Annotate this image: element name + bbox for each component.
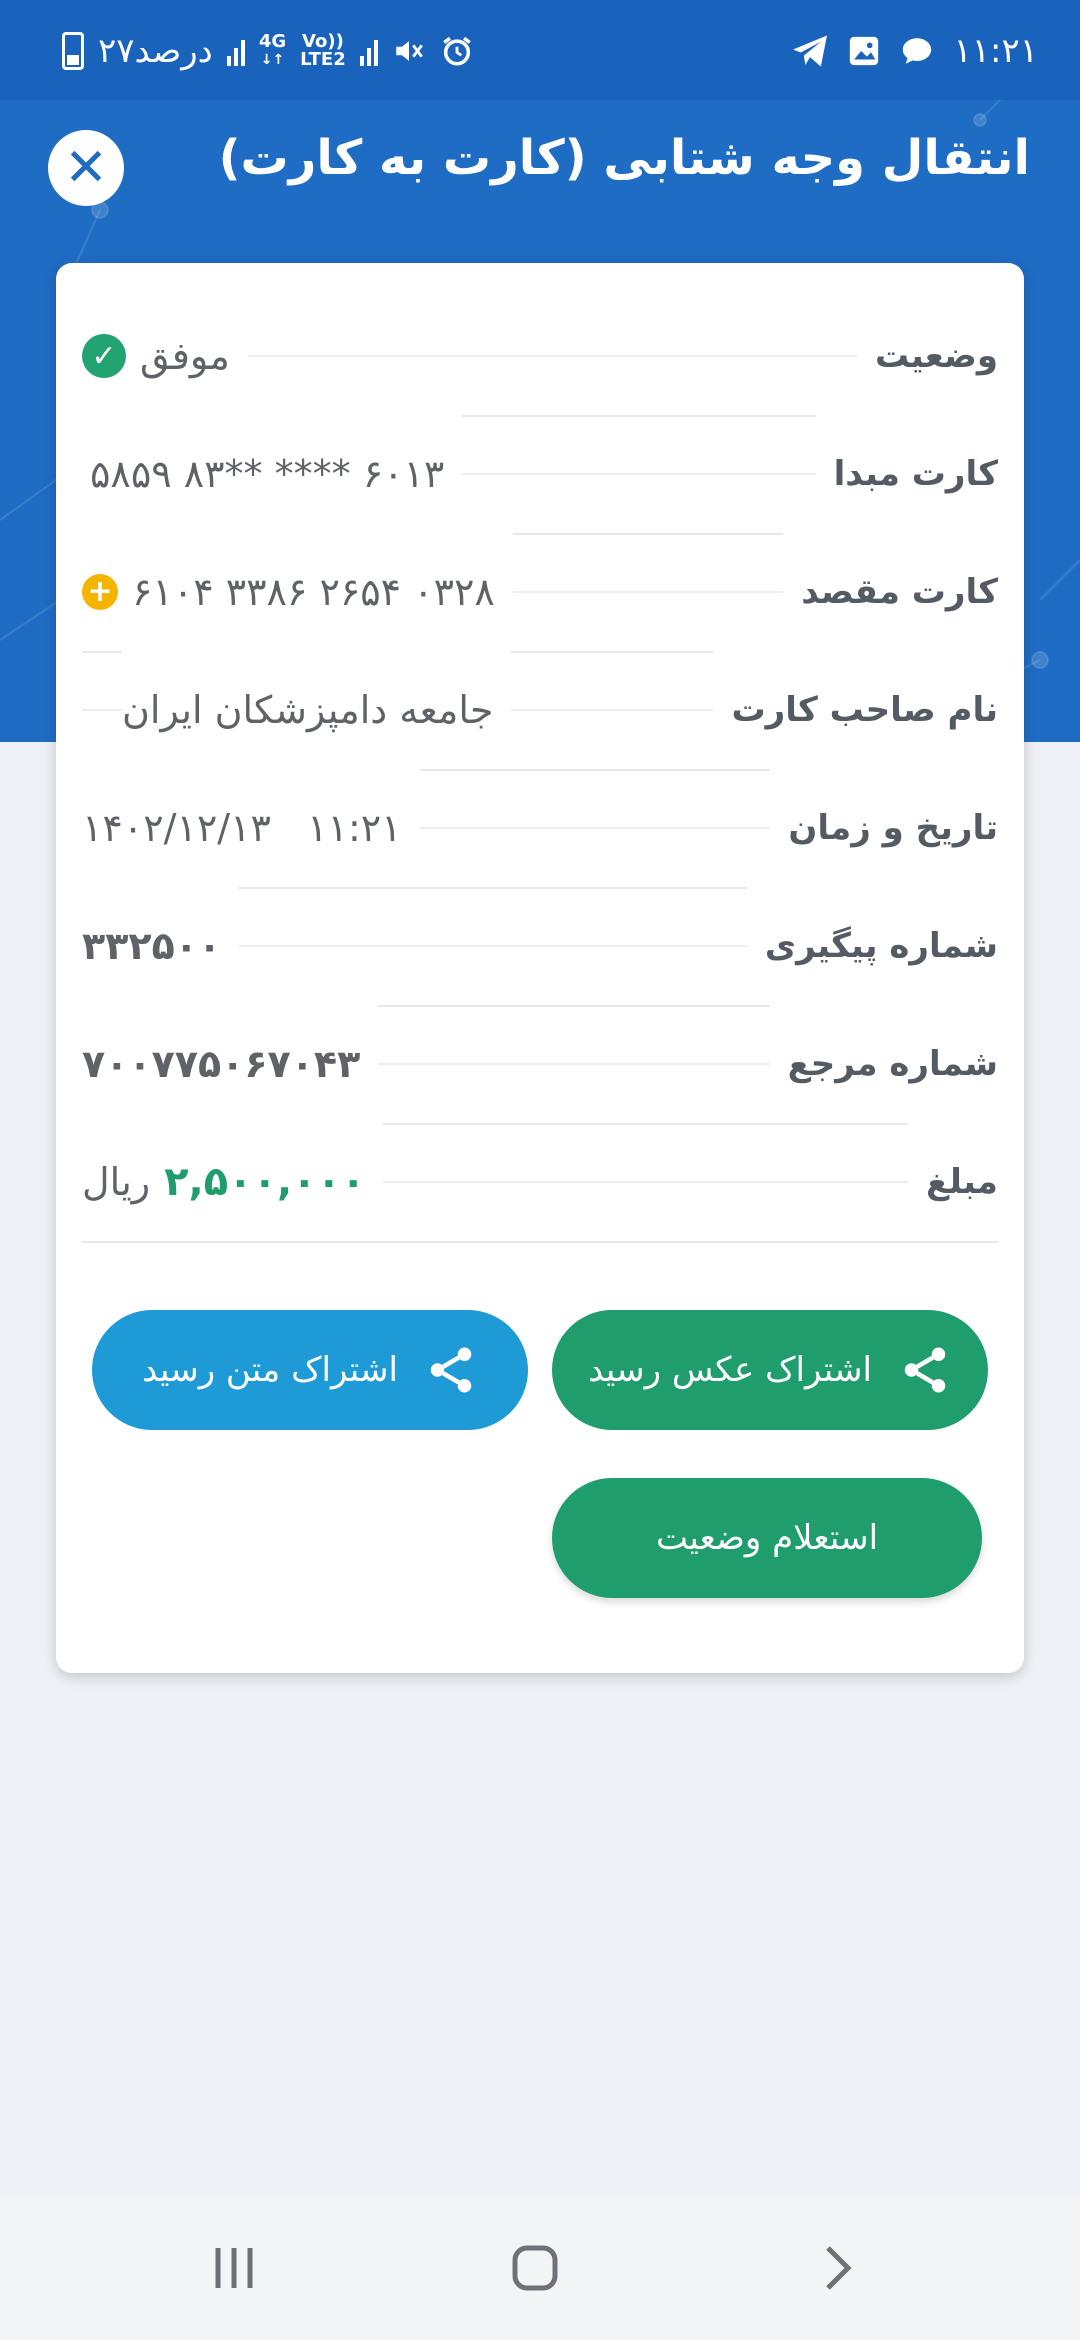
inquiry-status-label: استعلام وضعیت: [655, 1518, 879, 1558]
date-time-value: ۱۴۰۲/۱۲/۱۳ ۱۱:۲۱: [82, 769, 420, 887]
battery-icon: [62, 32, 84, 70]
reference-number-value: ۷۰۰۷۷۵۰۶۷۰۴۳: [82, 1005, 379, 1123]
share-icon: [430, 1347, 472, 1393]
success-check-icon: ✓: [82, 334, 126, 378]
amount-value: ۲,۵۰۰,۰۰۰: [164, 1159, 366, 1205]
share-text-label: اشتراک متن رسید: [142, 1350, 398, 1390]
signal-icon: [226, 36, 245, 66]
share-text-button[interactable]: اشتراک متن رسید: [92, 1310, 528, 1430]
signal-icon-2: [359, 36, 378, 66]
system-navigation-bar: [0, 2196, 1080, 2340]
close-icon: ✕: [64, 138, 108, 198]
row-value: ✓ موفق: [82, 297, 248, 415]
receipt-card: وضعیت ✓ موفق کارت مبدا ۵۸۵۹ ۸۳** **** ۶۰…: [56, 263, 1024, 1673]
amount-unit: ریال: [82, 1160, 151, 1204]
home-button[interactable]: [495, 2236, 575, 2300]
status-time: ۱۱:۲۱: [953, 31, 1038, 71]
tracking-number-value: ۳۳۲۵۰۰: [82, 887, 240, 1005]
status-right: ۱۱:۲۱: [791, 26, 1038, 76]
row-value: ریال ۲,۵۰۰,۰۰۰: [82, 1123, 384, 1241]
row-reference-number: شماره مرجع ۷۰۰۷۷۵۰۶۷۰۴۳: [82, 1005, 998, 1125]
row-label: مبلغ: [907, 1123, 998, 1241]
share-image-button[interactable]: اشتراک عکس رسید: [552, 1310, 988, 1430]
close-button[interactable]: ✕: [48, 130, 124, 206]
row-value: + ۶۱۰۴ ۳۳۸۶ ۲۶۵۴ ۰۳۲۸: [82, 533, 513, 651]
back-chevron-icon: [826, 2246, 852, 2290]
row-source-card: کارت مبدا ۵۸۵۹ ۸۳** **** ۶۰۱۳: [82, 415, 998, 535]
row-tracking-number: شماره پیگیری ۳۳۲۵۰۰: [82, 887, 998, 1007]
status-bar: ۲۷درصد 4G ↓↑ Vo)) LTE2 ۱۱:۲۱: [0, 0, 1080, 100]
volte-indicator: Vo)) LTE2: [300, 31, 346, 70]
recent-apps-icon: [215, 2248, 253, 2288]
share-icon: [904, 1347, 946, 1393]
row-status: وضعیت ✓ موفق: [82, 297, 998, 417]
row-date-time: تاریخ و زمان ۱۴۰۲/۱۲/۱۳ ۱۱:۲۱: [82, 769, 998, 889]
row-label: تاریخ و زمان: [770, 769, 998, 887]
destination-card-value: ۶۱۰۴ ۳۳۸۶ ۲۶۵۴ ۰۳۲۸: [132, 570, 495, 614]
home-icon: [512, 2245, 558, 2291]
row-label: نام صاحب کارت: [713, 651, 998, 769]
network-4g-indicator: 4G ↓↑: [258, 31, 287, 69]
row-card-holder: نام صاحب کارت جامعه دامپزشکان ایران: [82, 651, 998, 771]
row-label: شماره مرجع: [769, 1005, 998, 1123]
add-contact-plus-icon[interactable]: +: [82, 574, 118, 610]
gallery-icon: [850, 36, 879, 66]
row-label: شماره پیگیری: [746, 887, 998, 1005]
share-image-label: اشتراک عکس رسید: [588, 1350, 872, 1390]
row-label: کارت مبدا: [815, 415, 998, 533]
row-amount: مبلغ ریال ۲,۵۰۰,۰۰۰: [82, 1123, 998, 1243]
page-title: انتقال وجه شتابی (کارت به کارت): [218, 130, 1030, 186]
back-button[interactable]: [796, 2236, 876, 2300]
row-label: وضعیت: [856, 297, 998, 415]
alarm-icon: [442, 36, 471, 66]
status-value: موفق: [140, 334, 230, 378]
row-label: کارت مقصد: [783, 533, 998, 651]
chat-icon: [903, 38, 932, 64]
source-card-value: ۵۸۵۹ ۸۳** **** ۶۰۱۳: [82, 415, 463, 533]
row-destination-card: کارت مقصد + ۶۱۰۴ ۳۳۸۶ ۲۶۵۴ ۰۳۲۸: [82, 533, 998, 653]
status-left: ۲۷درصد 4G ↓↑ Vo)) LTE2: [62, 26, 474, 76]
battery-text: ۲۷درصد: [98, 31, 213, 71]
inquiry-status-button[interactable]: استعلام وضعیت: [552, 1478, 982, 1598]
card-holder-value: جامعه دامپزشکان ایران: [122, 651, 512, 769]
mute-icon: [395, 41, 423, 61]
telegram-icon: [793, 35, 828, 67]
recent-apps-button[interactable]: [194, 2236, 274, 2300]
